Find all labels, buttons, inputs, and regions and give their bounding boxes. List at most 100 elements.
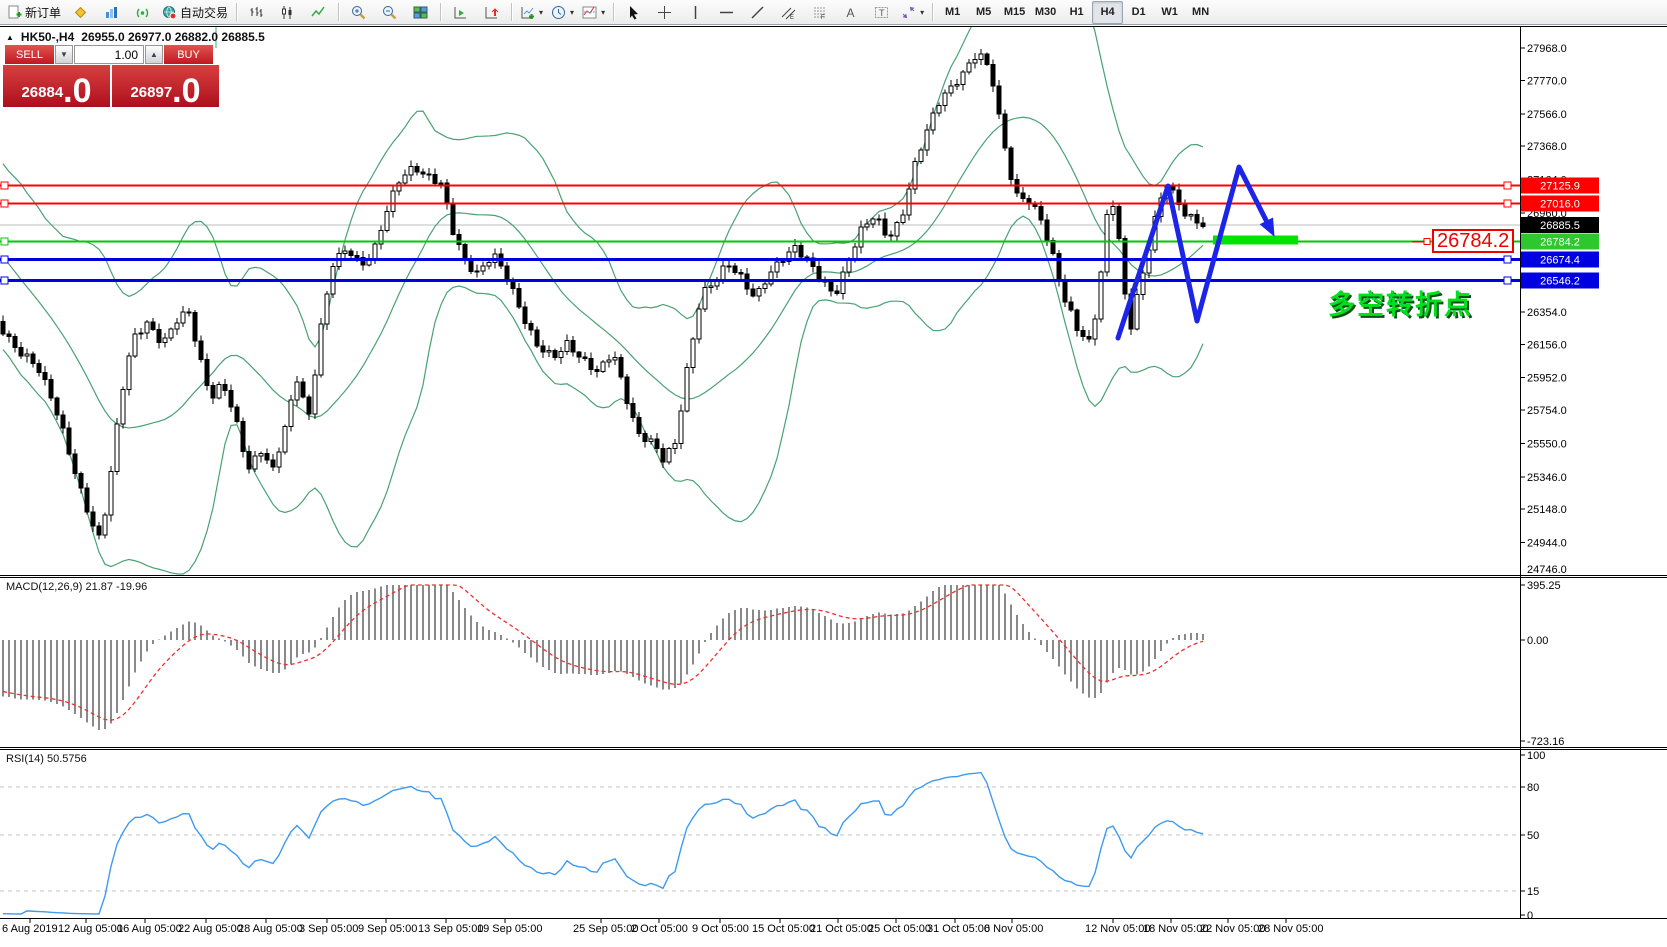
svg-text:T: T (879, 8, 885, 18)
bb-middle (2, 116, 1204, 429)
time-axis[interactable]: 6 Aug 2019 12 Aug 05:0016 Aug 05:0022 Aug… (2, 918, 1323, 935)
sell-price-main: 26884 (21, 84, 64, 101)
candlestick-chart-button[interactable] (272, 1, 303, 24)
tf-w1-button[interactable]: W1 (1154, 1, 1185, 24)
price-tick-label: 27770.0 (1527, 75, 1567, 87)
button-label: M15 (1003, 6, 1026, 18)
price-tick-label: 26354.0 (1527, 307, 1567, 319)
zoom-in-button[interactable] (343, 1, 374, 24)
crosshair-icon (657, 5, 672, 20)
time-tick-label: 2 Oct 05:00 (631, 923, 688, 935)
line-handle[interactable] (0, 237, 9, 246)
arrows-button[interactable]: ▾ (897, 1, 928, 24)
signals-button[interactable] (127, 1, 158, 24)
clock-icon (551, 5, 566, 20)
support-zone-highlight[interactable] (1213, 235, 1298, 245)
dropdown-caret[interactable]: ▾ (920, 8, 924, 17)
metaeditor-button[interactable] (65, 1, 96, 24)
horizontal-line-button[interactable] (711, 1, 742, 24)
volume-input[interactable] (74, 45, 144, 64)
tf-m15-button[interactable]: M15 (999, 1, 1030, 24)
bar-chart-button[interactable] (241, 1, 272, 24)
hline-icon (719, 5, 734, 20)
autotrading-button[interactable]: 自动交易 (158, 1, 232, 24)
dropdown-caret[interactable]: ▾ (539, 8, 543, 17)
price-tick-label: 25952.0 (1527, 373, 1567, 385)
zoom-out-button[interactable] (374, 1, 405, 24)
price-tick-label: 24746.0 (1527, 564, 1567, 576)
button-label: H4 (1100, 6, 1115, 18)
profiles-button[interactable]: ▾ (547, 1, 578, 24)
button-label: 自动交易 (180, 5, 229, 20)
price-level-tag[interactable]: 26784.2 (1432, 229, 1515, 253)
signals-icon (135, 5, 150, 20)
rsi-tick-label: 80 (1527, 782, 1539, 794)
market-watch-button[interactable] (96, 1, 127, 24)
tf-mn-button[interactable]: MN (1185, 1, 1216, 24)
text-label-button[interactable]: T (866, 1, 897, 24)
trendline-button[interactable] (742, 1, 773, 24)
new-order-button[interactable]: 新订单 (3, 1, 65, 24)
line-handle[interactable] (1503, 255, 1512, 264)
dropdown-caret[interactable]: ▾ (601, 8, 605, 17)
auto-scroll-button[interactable] (445, 1, 476, 24)
buy-price-display[interactable]: 26897 .0 (112, 65, 219, 110)
buy-button[interactable]: BUY (164, 45, 213, 64)
line-handle[interactable] (0, 255, 9, 264)
equidistant-channel-button[interactable]: E (773, 1, 804, 24)
zoom-out-icon (382, 5, 397, 20)
tf-h4-button[interactable]: H4 (1092, 0, 1124, 24)
text-button[interactable]: A (835, 1, 866, 24)
tf-d1-button[interactable]: D1 (1123, 1, 1154, 24)
line-handle[interactable] (0, 181, 9, 190)
volume-increase-button[interactable]: ▲ (145, 45, 163, 64)
text-a-icon: A (843, 5, 858, 20)
trend-arrow-annotation[interactable] (1115, 164, 1273, 341)
indicators-button[interactable]: ▾ (578, 1, 609, 24)
price-tick-label: 25550.0 (1527, 438, 1567, 450)
chart-line-icon (311, 5, 326, 20)
new-chart-button[interactable]: ▾ (516, 1, 547, 24)
buy-price-pips: .0 (172, 72, 201, 110)
line-handle[interactable] (1503, 199, 1512, 208)
rsi-tick-label: 50 (1527, 830, 1539, 842)
turning-point-annotation[interactable]: 多空转折点 (1328, 283, 1473, 322)
line-chart-button[interactable] (303, 1, 334, 24)
buy-price-main: 26897 (130, 84, 173, 101)
crosshair-button[interactable] (649, 1, 680, 24)
cursor-button[interactable] (618, 1, 649, 24)
indicators-icon (582, 5, 597, 20)
volume-decrease-button[interactable]: ▼ (55, 45, 73, 64)
chart-shift-button[interactable] (476, 1, 507, 24)
price-axis[interactable]: 27968.027770.027566.027368.027164.026960… (1520, 43, 1567, 576)
sell-button[interactable]: SELL (5, 45, 54, 64)
market-watch-icon (104, 5, 119, 20)
candlestick-series (0, 49, 1206, 540)
tf-m1-button[interactable]: M1 (937, 1, 968, 24)
new-chart-icon (520, 5, 535, 20)
tf-m5-button[interactable]: M5 (968, 1, 999, 24)
rsi-tick-label: 15 (1527, 886, 1539, 898)
line-handle[interactable] (1503, 181, 1512, 190)
button-label: W1 (1161, 6, 1178, 18)
line-handle[interactable] (0, 276, 9, 285)
vertical-line-button[interactable] (680, 1, 711, 24)
tf-m30-button[interactable]: M30 (1030, 1, 1061, 24)
fibonacci-button[interactable]: F (804, 1, 835, 24)
bb-lower (2, 215, 1204, 575)
text-label-icon: T (874, 5, 889, 20)
price-tick-label: 24944.0 (1527, 538, 1567, 550)
cursor-icon (626, 5, 641, 20)
collapse-icon[interactable]: ▲ (6, 33, 14, 42)
chart-shift-icon (484, 5, 499, 20)
toolbar-separator (932, 3, 934, 21)
line-handle[interactable] (1503, 276, 1512, 285)
line-handle[interactable] (0, 199, 9, 208)
tile-windows-button[interactable] (405, 1, 436, 24)
sell-price-pips: .0 (63, 72, 92, 110)
dropdown-caret[interactable]: ▾ (570, 8, 574, 17)
tf-h1-button[interactable]: H1 (1061, 1, 1092, 24)
price-tick-label: 25346.0 (1527, 472, 1567, 484)
time-tick-label: 12 Aug 05:00 (58, 923, 123, 935)
sell-price-display[interactable]: 26884 .0 (3, 65, 110, 110)
